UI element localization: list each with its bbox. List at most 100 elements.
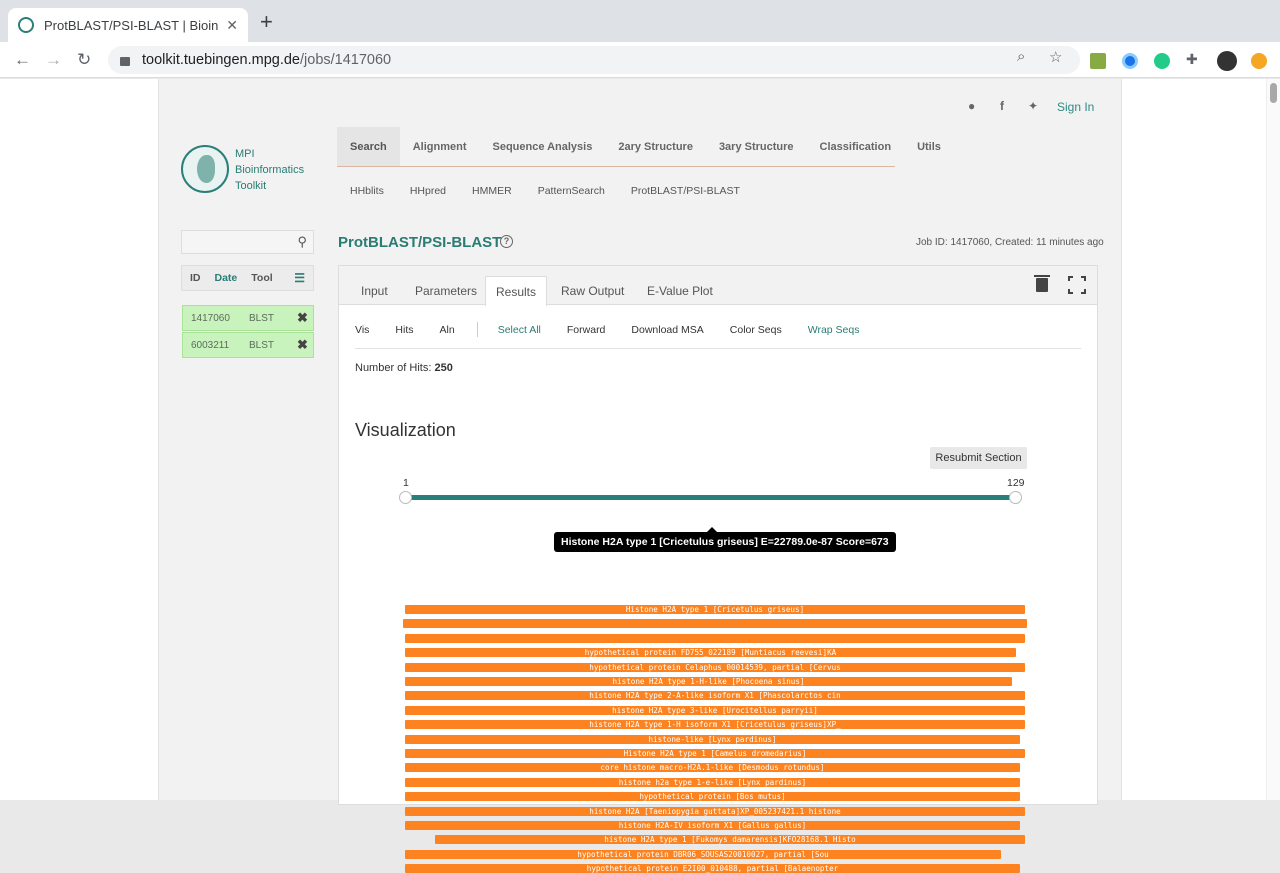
bookmark-star-icon[interactable]: ☆ xyxy=(1049,48,1062,66)
extension-eye-icon[interactable] xyxy=(1122,53,1138,69)
mpi-logo-icon[interactable] xyxy=(181,145,229,193)
hit-bar[interactable]: Histone H2A type 1 [Cricetulus griseus] xyxy=(405,605,1025,614)
job-tool: BLST xyxy=(249,312,275,324)
sign-in-link[interactable]: Sign In xyxy=(1057,100,1094,114)
job-row[interactable]: 6003211 BLST ✖ xyxy=(182,332,314,358)
hit-bar[interactable] xyxy=(405,633,1025,643)
favicon-icon xyxy=(18,17,34,33)
nav-utils[interactable]: Utils xyxy=(904,127,954,166)
hit-tooltip: Histone H2A type 1 [Cricetulus griseus] … xyxy=(554,527,896,552)
nav-alignment[interactable]: Alignment xyxy=(400,127,480,166)
extension-green-icon[interactable] xyxy=(1154,53,1170,69)
hit-bar[interactable]: histone H2A type 1 [Fukomys damarensis]K… xyxy=(435,835,1025,845)
fullscreen-icon[interactable] xyxy=(1067,275,1087,295)
hit-bar[interactable]: histone H2A type 3-like [Urocitellus par… xyxy=(405,705,1025,715)
subnav-hmmer[interactable]: HMMER xyxy=(459,185,525,197)
hit-bar[interactable]: Histone H2A type 1 [Camelus dromedarius] xyxy=(405,749,1025,758)
url-host: toolkit.tuebingen.mpg.de xyxy=(142,52,300,68)
nav-classification[interactable]: Classification xyxy=(807,127,905,166)
extension-orange-icon[interactable] xyxy=(1251,53,1267,69)
logo-line-2: Bioinformatics xyxy=(235,164,305,176)
forward-icon[interactable]: → xyxy=(45,50,62,70)
nav-sequence-analysis[interactable]: Sequence Analysis xyxy=(479,127,605,166)
tab-results[interactable]: Results xyxy=(485,276,548,306)
resubmit-section-button[interactable]: Resubmit Section xyxy=(930,447,1027,469)
sort-id[interactable]: ID xyxy=(182,272,201,284)
action-forward[interactable]: Forward xyxy=(567,324,606,336)
hits-value: 250 xyxy=(434,362,453,374)
zoom-icon[interactable]: ⌕ xyxy=(1017,48,1025,65)
logo-text[interactable]: MPI Bioinformatics Toolkit xyxy=(235,146,304,194)
action-color-seqs[interactable]: Color Seqs xyxy=(730,324,782,336)
job-tool: BLST xyxy=(249,339,275,351)
subnav-protblast[interactable]: ProtBLAST/PSI-BLAST xyxy=(618,185,753,197)
main-nav: Search Alignment Sequence Analysis 2ary … xyxy=(337,127,941,167)
action-wrap-seqs[interactable]: Wrap Seqs xyxy=(808,324,860,336)
results-actions: Vis Hits Aln Select All Forward Download… xyxy=(355,322,885,337)
hit-bar[interactable]: histone h2a type 1-e-like [Lynx pardinus… xyxy=(405,777,1020,787)
subnav-hhblits[interactable]: HHblits xyxy=(337,185,397,197)
hit-bar[interactable]: histone H2A type 1-H isoform X1 [Cricetu… xyxy=(405,720,1025,730)
subnav-hhpred[interactable]: HHpred xyxy=(397,185,459,197)
nav-search[interactable]: Search xyxy=(337,127,400,166)
browser-tab[interactable]: ProtBLAST/PSI-BLAST | Bioinfo ✕ xyxy=(8,8,248,42)
help-icon[interactable]: ? xyxy=(500,235,513,248)
list-icon[interactable]: ☰ xyxy=(286,271,305,285)
sort-tool[interactable]: Tool xyxy=(237,272,272,284)
hit-bar[interactable]: histone H2A type 2-A-like isoform X1 [Ph… xyxy=(405,691,1025,701)
hit-bar[interactable]: histone-like [Lynx pardinus] xyxy=(405,734,1020,744)
action-select-all[interactable]: Select All xyxy=(498,324,541,336)
extension-calendar-icon[interactable] xyxy=(1090,53,1106,69)
delete-job-icon[interactable]: ✖ xyxy=(297,337,308,353)
hit-bar[interactable]: core histone macro-H2A.1-like [Desmodus … xyxy=(405,763,1020,773)
reload-icon[interactable]: ↻ xyxy=(77,50,91,70)
logo-line-3: Toolkit xyxy=(235,180,267,192)
extensions-puzzle-icon[interactable]: ✚ xyxy=(1186,51,1202,67)
profile-avatar[interactable] xyxy=(1217,51,1237,71)
job-row[interactable]: 1417060 BLST ✖ xyxy=(182,305,314,331)
tab-evalue-plot[interactable]: E-Value Plot xyxy=(637,276,723,305)
hit-bar[interactable]: histone H2A-IV isoform X1 [Gallus gallus… xyxy=(405,821,1020,830)
search-icon[interactable]: ⚲ xyxy=(297,234,307,250)
close-tab-icon[interactable]: ✕ xyxy=(226,17,238,34)
facebook-icon[interactable]: f xyxy=(1000,99,1004,113)
address-bar-row: ← → ↻ toolkit.tuebingen.mpg.de/jobs/1417… xyxy=(0,42,1280,78)
twitter-icon[interactable]: ✦ xyxy=(1028,99,1038,113)
page-scrollbar[interactable] xyxy=(1266,79,1280,800)
nav-3ary-structure[interactable]: 3ary Structure xyxy=(706,127,807,166)
new-tab-icon[interactable]: + xyxy=(260,11,273,33)
scrollbar-thumb[interactable] xyxy=(1270,83,1277,103)
hit-bar[interactable]: hypothetical protein E2I00_010488, parti… xyxy=(405,864,1020,873)
hit-bar[interactable]: histone H2A [Taeniopygia guttata]XP_0052… xyxy=(405,806,1025,816)
hit-bar[interactable]: histone H2A type 1-H-like [Phocoena sinu… xyxy=(405,677,1012,686)
toolkit-container: ● f ✦ Sign In MPI Bioinformatics Toolkit… xyxy=(158,79,1122,873)
hit-bar[interactable]: hypothetical protein DBR06_SOUSAS2001002… xyxy=(405,849,1001,859)
nav-2ary-structure[interactable]: 2ary Structure xyxy=(605,127,706,166)
action-aln[interactable]: Aln xyxy=(440,324,455,336)
sub-nav: HHblits HHpred HMMER PatternSearch ProtB… xyxy=(337,185,753,197)
job-meta: Job ID: 1417060, Created: 11 minutes ago xyxy=(916,237,1104,248)
action-download-msa[interactable]: Download MSA xyxy=(631,324,703,336)
tab-raw-output[interactable]: Raw Output xyxy=(551,276,634,305)
url-input[interactable]: toolkit.tuebingen.mpg.de/jobs/1417060 xyxy=(108,46,1080,74)
hit-bar[interactable]: hypothetical protein Celaphus_00014539, … xyxy=(405,662,1025,672)
slider-max-handle[interactable] xyxy=(1009,491,1022,504)
tab-parameters[interactable]: Parameters xyxy=(405,276,487,305)
range-slider-track[interactable] xyxy=(405,495,1016,500)
action-hits[interactable]: Hits xyxy=(395,324,413,336)
web-page: ● f ✦ Sign In MPI Bioinformatics Toolkit… xyxy=(0,79,1280,873)
subnav-patternsearch[interactable]: PatternSearch xyxy=(525,185,618,197)
delete-job-icon[interactable]: ✖ xyxy=(297,310,308,326)
hit-bar[interactable]: hypothetical protein FD755_022189 [Munti… xyxy=(405,648,1016,658)
slider-min-handle[interactable] xyxy=(399,491,412,504)
hit-bar[interactable] xyxy=(403,619,1027,629)
trash-icon[interactable] xyxy=(1034,275,1050,292)
sort-date[interactable]: Date xyxy=(201,272,238,284)
github-icon[interactable]: ● xyxy=(968,99,975,113)
results-panel: Input Parameters Results Raw Output E-Va… xyxy=(338,265,1098,873)
back-icon[interactable]: ← xyxy=(14,50,31,70)
job-search-input[interactable]: ⚲ xyxy=(181,230,314,254)
tab-input[interactable]: Input xyxy=(351,276,398,305)
logo-line-1: MPI xyxy=(235,148,255,160)
action-vis[interactable]: Vis xyxy=(355,324,369,336)
